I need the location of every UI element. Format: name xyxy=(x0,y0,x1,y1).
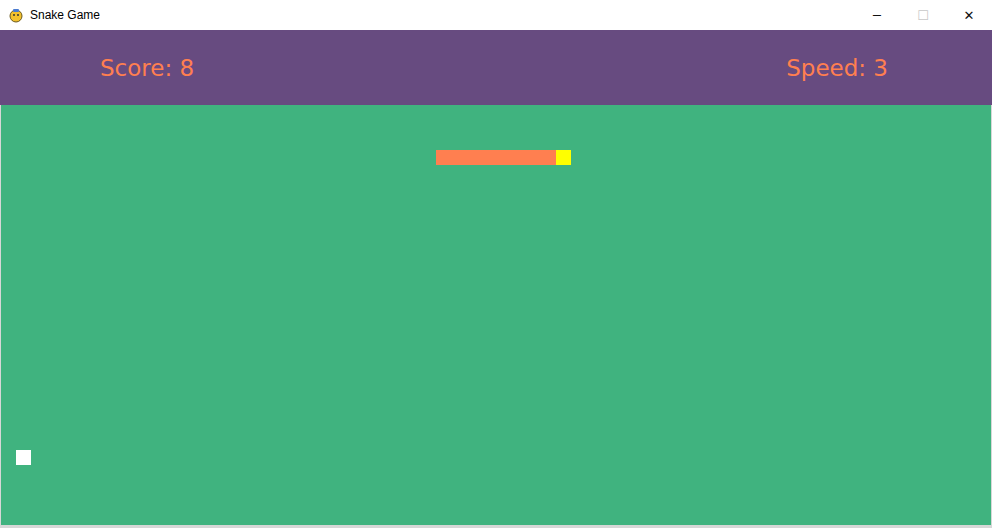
snake-segment xyxy=(451,150,466,165)
snake-segment xyxy=(496,150,511,165)
snake-segment xyxy=(466,150,481,165)
window-control-button[interactable]: ─ xyxy=(854,0,900,30)
score-label: Score: 8 xyxy=(100,55,194,81)
window-control-button[interactable]: ✕ xyxy=(946,0,992,30)
food xyxy=(16,450,31,465)
snake-head xyxy=(556,150,571,165)
snake-segment xyxy=(541,150,556,165)
window-control-button: ☐ xyxy=(900,0,946,30)
snake-segment xyxy=(436,150,451,165)
window-controls: ─☐✕ xyxy=(854,0,992,30)
play-field xyxy=(0,105,992,528)
snake-segment xyxy=(526,150,541,165)
snake-segment xyxy=(511,150,526,165)
speed-label: Speed: 3 xyxy=(786,55,888,81)
hud-bar: Score: 8 Speed: 3 xyxy=(0,30,992,105)
snake-segment xyxy=(481,150,496,165)
window-title: Snake Game xyxy=(30,8,100,22)
game-window: Snake Game ─☐✕ Score: 8 Speed: 3 xyxy=(0,0,992,528)
pygame-icon xyxy=(8,7,24,23)
title-bar: Snake Game ─☐✕ xyxy=(0,0,992,30)
